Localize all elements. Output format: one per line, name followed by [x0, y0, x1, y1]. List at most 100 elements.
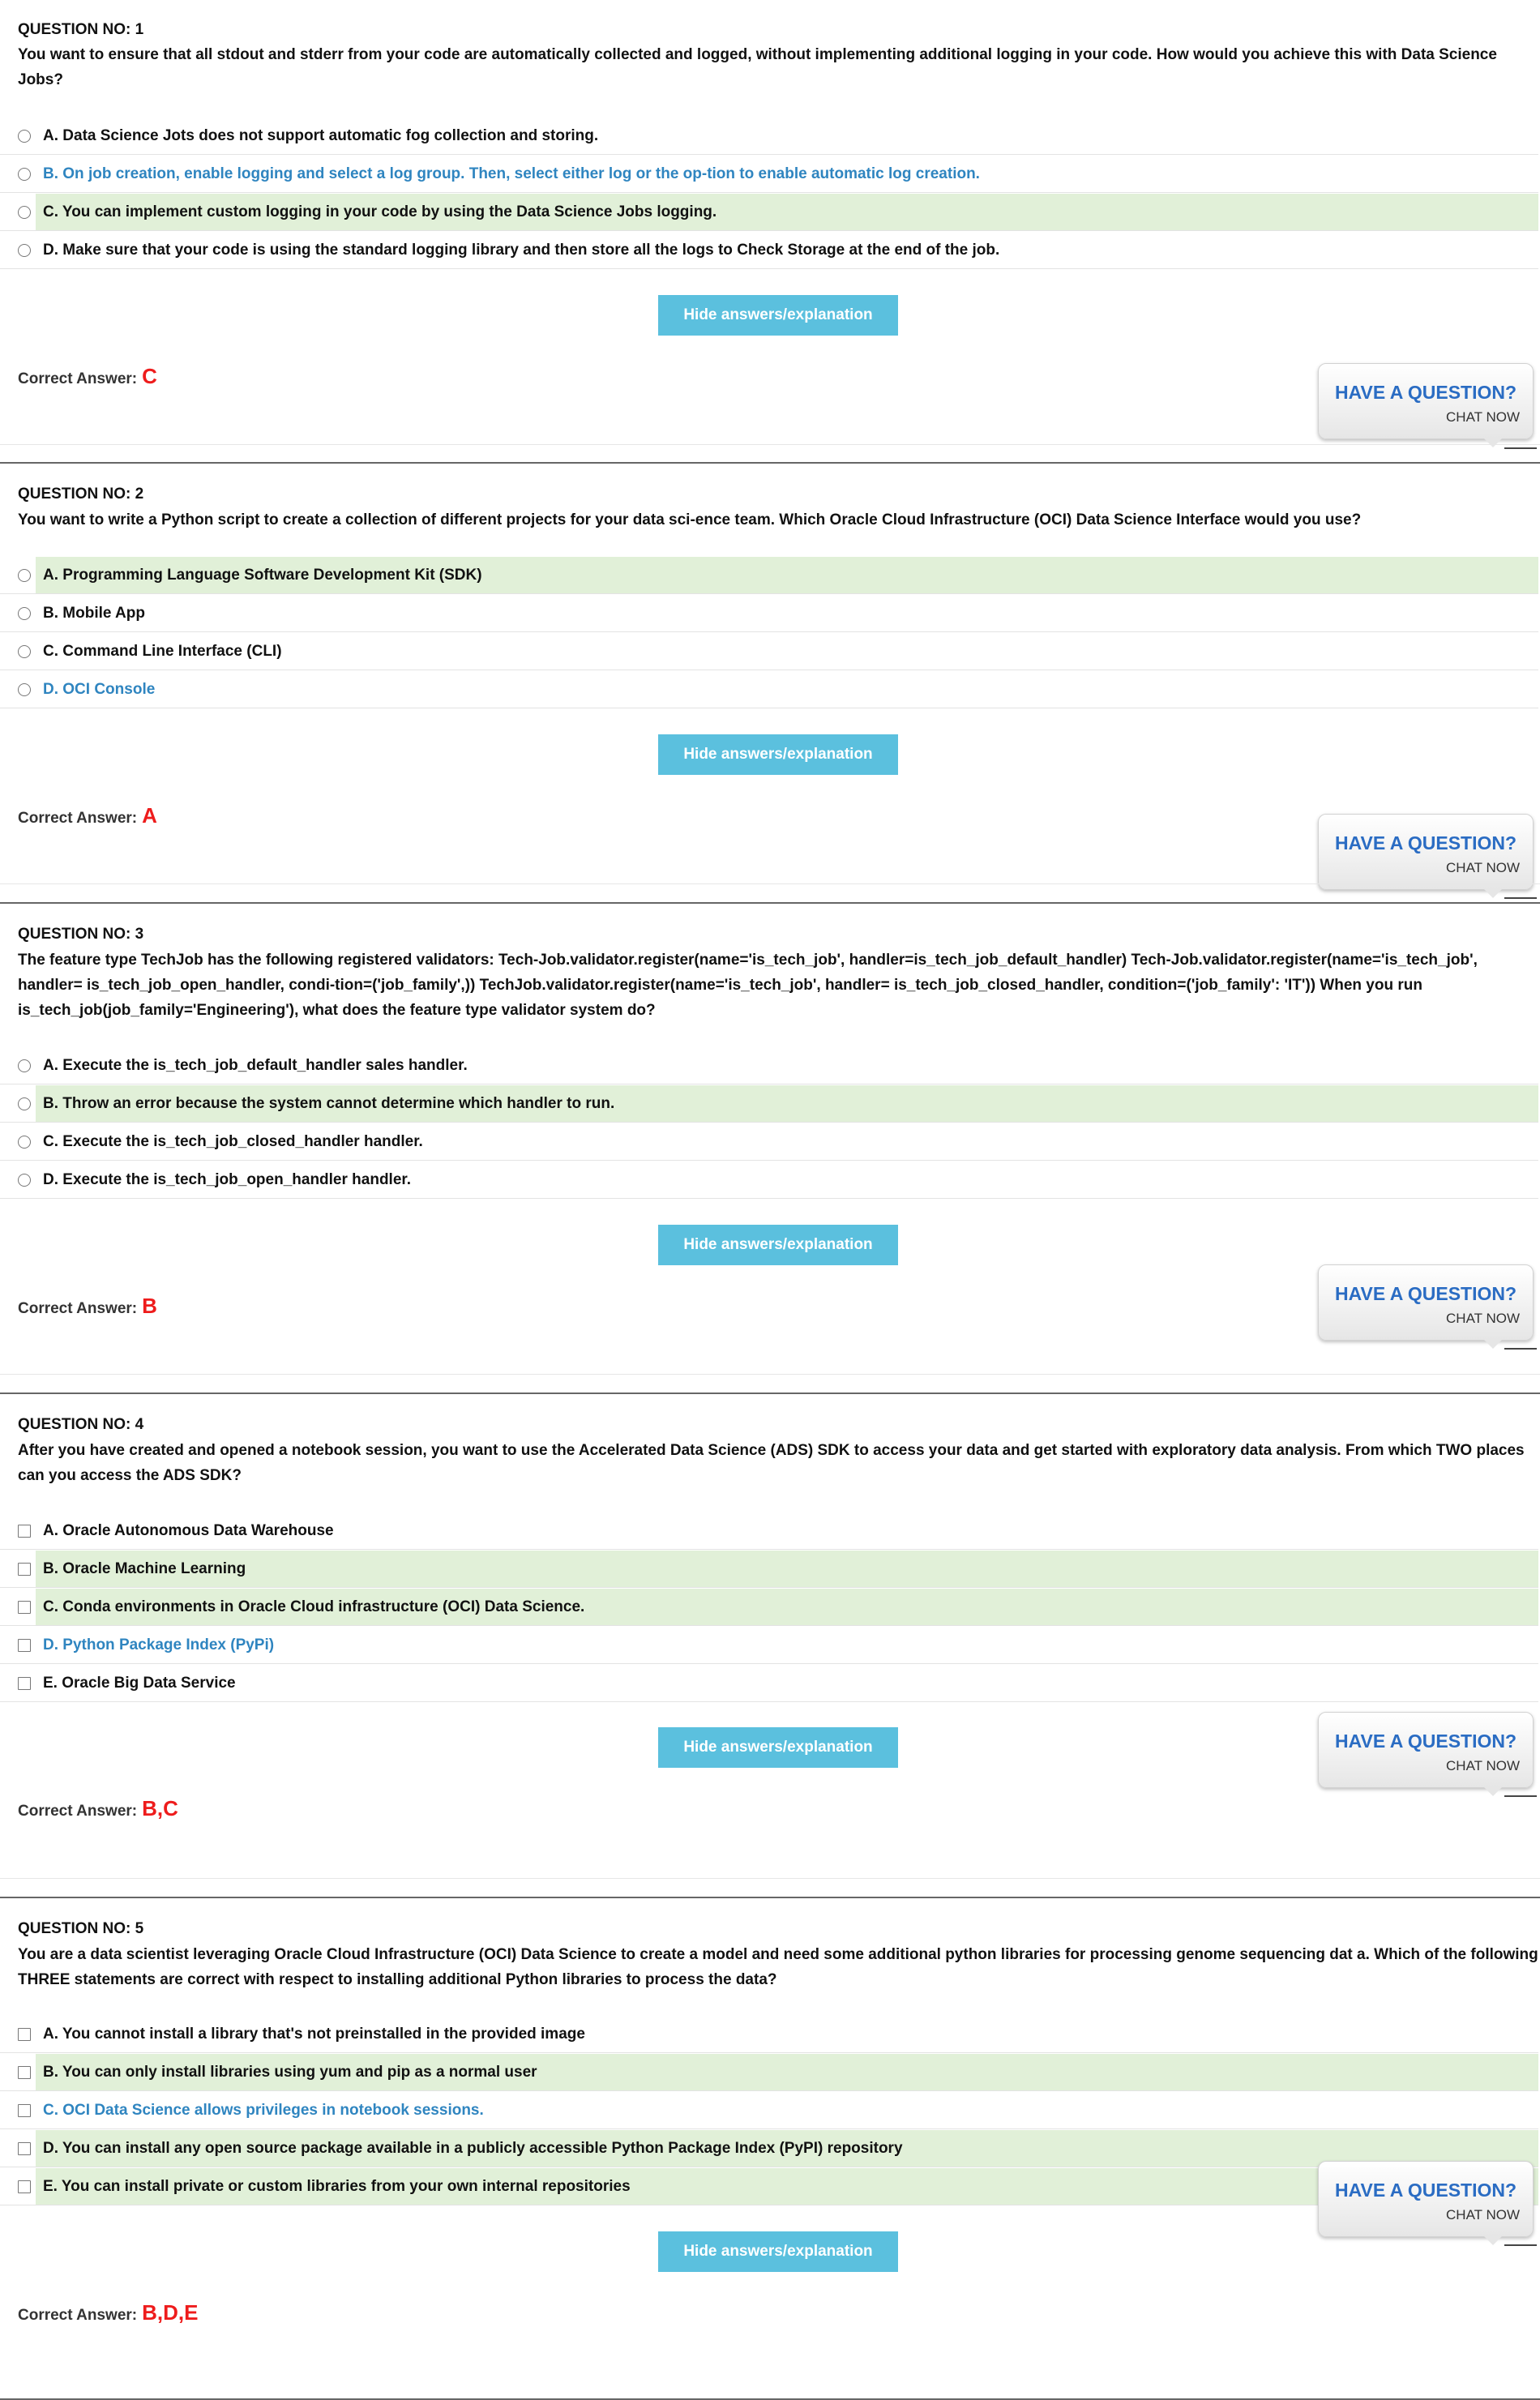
- answer-option-c[interactable]: C. Command Line Interface (CLI): [0, 633, 1538, 670]
- radio-button[interactable]: [18, 130, 31, 143]
- option-label: B. On job creation, enable logging and s…: [43, 165, 980, 182]
- question-text: You want to ensure that all stdout and s…: [18, 46, 1497, 88]
- answer-option-d[interactable]: D. Execute the is_tech_job_open_handler …: [0, 1161, 1538, 1199]
- answer-option-a[interactable]: A. Programming Language Software Develop…: [0, 557, 1538, 594]
- chat-title: HAVE A QUESTION?: [1335, 1283, 1517, 1304]
- checkbox[interactable]: [18, 1563, 31, 1576]
- option-label: C. OCI Data Science allows privileges in…: [43, 2102, 484, 2119]
- chat-underline: [1504, 897, 1537, 899]
- checkbox[interactable]: [18, 2066, 31, 2079]
- radio-button[interactable]: [18, 1097, 31, 1110]
- correct-answer: Correct Answer: C: [18, 364, 157, 391]
- divider: [0, 1878, 1540, 1879]
- hide-answers-button[interactable]: Hide answers/explanation: [658, 1225, 898, 1265]
- chat-now-widget[interactable]: HAVE A QUESTION? CHAT NOW: [1318, 363, 1534, 447]
- answer-option-a[interactable]: A. Execute the is_tech_job_default_handl…: [0, 1047, 1538, 1084]
- option-label: E. Oracle Big Data Service: [43, 1675, 236, 1692]
- correct-answer: Correct Answer: B,C: [18, 1796, 178, 1824]
- checkbox[interactable]: [18, 2180, 31, 2193]
- option-label: A. Oracle Autonomous Data Warehouse: [43, 1522, 334, 1539]
- radio-button[interactable]: [18, 1136, 31, 1149]
- answer-option-a[interactable]: A. Oracle Autonomous Data Warehouse: [0, 1512, 1538, 1550]
- radio-button[interactable]: [18, 645, 31, 658]
- question-text: After you have created and opened a note…: [18, 1442, 1525, 1484]
- question-number: QUESTION NO: 3: [18, 926, 144, 943]
- option-label: A. Data Science Jots does not support au…: [43, 127, 599, 144]
- answer-option-c[interactable]: C. Conda environments in Oracle Cloud in…: [0, 1589, 1538, 1626]
- answer-option-a[interactable]: A. You cannot install a library that's n…: [0, 2016, 1538, 2053]
- answer-option-d[interactable]: D. Python Package Index (PyPi): [0, 1627, 1538, 1664]
- chat-now-widget[interactable]: HAVE A QUESTION? CHAT NOW: [1318, 2161, 1534, 2245]
- radio-button[interactable]: [18, 1174, 31, 1187]
- correct-highlight: [36, 1551, 1538, 1587]
- answer-option-e[interactable]: E. Oracle Big Data Service: [0, 1665, 1538, 1702]
- correct-answer: Correct Answer: B: [18, 1294, 157, 1321]
- option-label: B. Mobile App: [43, 605, 145, 622]
- checkbox[interactable]: [18, 2142, 31, 2155]
- answer-option-d[interactable]: D. Make sure that your code is using the…: [0, 232, 1538, 269]
- checkbox[interactable]: [18, 1601, 31, 1614]
- chat-subtitle: CHAT NOW: [1446, 860, 1520, 875]
- speech-bubble-tail: [1484, 1787, 1502, 1796]
- radio-button[interactable]: [18, 1059, 31, 1072]
- option-label: C. Command Line Interface (CLI): [43, 643, 282, 660]
- question-number: QUESTION NO: 4: [18, 1416, 144, 1433]
- answer-option-c[interactable]: C. Execute the is_tech_job_closed_handle…: [0, 1123, 1538, 1161]
- checkbox[interactable]: [18, 2028, 31, 2041]
- checkbox[interactable]: [18, 2104, 31, 2117]
- divider: [0, 883, 1540, 884]
- question-block-1: QUESTION NO: 1 You want to ensure that a…: [0, 0, 1540, 462]
- hide-answers-button[interactable]: Hide answers/explanation: [658, 1727, 898, 1768]
- chat-underline: [1504, 447, 1537, 449]
- radio-button[interactable]: [18, 569, 31, 582]
- answer-option-a[interactable]: A. Data Science Jots does not support au…: [0, 118, 1538, 155]
- checkbox[interactable]: [18, 1677, 31, 1690]
- correct-answer-label: Correct Answer:: [18, 2307, 138, 2324]
- hide-answers-button[interactable]: Hide answers/explanation: [658, 734, 898, 775]
- question-text: You are a data scientist leveraging Orac…: [18, 1946, 1538, 1988]
- answer-option-e[interactable]: E. You can install private or custom lib…: [0, 2168, 1538, 2205]
- radio-button[interactable]: [18, 206, 31, 219]
- option-label: C. Execute the is_tech_job_closed_handle…: [43, 1133, 423, 1150]
- chat-now-widget[interactable]: HAVE A QUESTION? CHAT NOW: [1318, 1712, 1534, 1796]
- answer-option-d[interactable]: D. You can install any open source packa…: [0, 2130, 1538, 2167]
- answer-option-d[interactable]: D. OCI Console: [0, 671, 1538, 708]
- checkbox[interactable]: [18, 1525, 31, 1538]
- correct-answer-label: Correct Answer:: [18, 810, 138, 827]
- chat-now-widget[interactable]: HAVE A QUESTION? CHAT NOW: [1318, 814, 1534, 898]
- correct-answer-value: B,D,E: [142, 2300, 199, 2325]
- speech-bubble-tail: [1484, 439, 1502, 447]
- option-label: C. Conda environments in Oracle Cloud in…: [43, 1598, 585, 1615]
- hide-answers-button[interactable]: Hide answers/explanation: [658, 2231, 898, 2272]
- answer-option-c[interactable]: C. OCI Data Science allows privileges in…: [0, 2092, 1538, 2129]
- answer-option-b[interactable]: B. Throw an error because the system can…: [0, 1085, 1538, 1123]
- option-label: A. Programming Language Software Develop…: [43, 567, 482, 584]
- option-label: D. Python Package Index (PyPi): [43, 1636, 275, 1653]
- answer-option-b[interactable]: B. On job creation, enable logging and s…: [0, 156, 1538, 193]
- speech-bubble-tail: [1484, 889, 1502, 898]
- answer-option-b[interactable]: B. You can only install libraries using …: [0, 2054, 1538, 2091]
- answer-option-b[interactable]: B. Mobile App: [0, 595, 1538, 632]
- chat-title: HAVE A QUESTION?: [1335, 832, 1517, 853]
- option-label: A. You cannot install a library that's n…: [43, 2026, 585, 2043]
- question-number: QUESTION NO: 5: [18, 1920, 144, 1937]
- chat-subtitle: CHAT NOW: [1446, 2207, 1520, 2222]
- radio-button[interactable]: [18, 607, 31, 620]
- question-block-5: QUESTION NO: 5 You are a data scientist …: [0, 1898, 1540, 2398]
- hide-answers-button[interactable]: Hide answers/explanation: [658, 295, 898, 336]
- divider: [0, 444, 1540, 445]
- chat-title: HAVE A QUESTION?: [1335, 382, 1517, 403]
- radio-button[interactable]: [18, 244, 31, 257]
- radio-button[interactable]: [18, 168, 31, 181]
- radio-button[interactable]: [18, 683, 31, 696]
- chat-now-widget[interactable]: HAVE A QUESTION? CHAT NOW: [1318, 1264, 1534, 1349]
- correct-answer-value: A: [142, 803, 157, 828]
- answer-option-c[interactable]: C. You can implement custom logging in y…: [0, 194, 1538, 231]
- chat-underline: [1504, 1795, 1537, 1797]
- checkbox[interactable]: [18, 1639, 31, 1652]
- chat-title: HAVE A QUESTION?: [1335, 1730, 1517, 1752]
- divider: [0, 1374, 1540, 1375]
- correct-answer-label: Correct Answer:: [18, 1300, 138, 1317]
- correct-answer-value: C: [142, 364, 157, 388]
- answer-option-b[interactable]: B. Oracle Machine Learning: [0, 1551, 1538, 1588]
